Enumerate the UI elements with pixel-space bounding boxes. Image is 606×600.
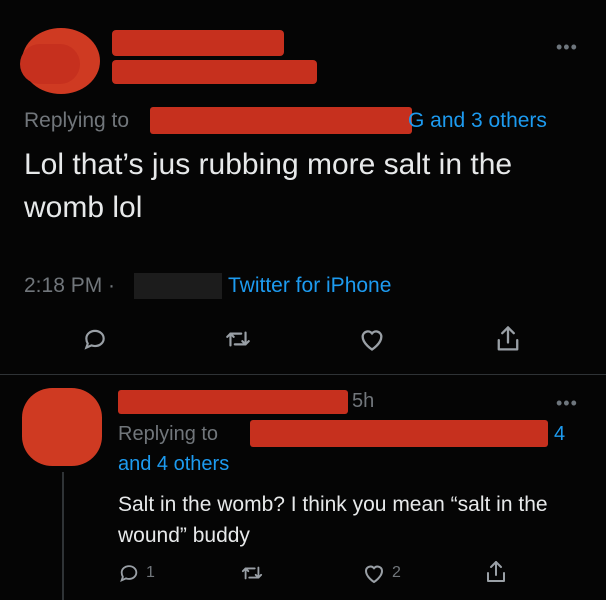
- redacted-date: [134, 273, 222, 299]
- redacted-avatar-mark: [20, 44, 80, 84]
- replying-to-line: Replying to: [24, 109, 129, 133]
- redacted-display-name[interactable]: [112, 30, 284, 56]
- retweet-icon: [226, 331, 250, 347]
- tweet-client[interactable]: Twitter for iPhone: [228, 274, 391, 298]
- like-button[interactable]: [358, 326, 386, 352]
- reply-mention-suffix[interactable]: 4: [554, 423, 565, 446]
- share-icon: [497, 326, 519, 351]
- reply-text: Salt in the womb? I think you mean “salt…: [118, 493, 548, 547]
- reply-share-button[interactable]: [484, 559, 508, 585]
- retweet-button[interactable]: [224, 326, 252, 352]
- reply-avatar[interactable]: [22, 388, 102, 466]
- replying-to-label: Replying to: [24, 109, 130, 132]
- reply-redacted-mention[interactable]: [250, 420, 548, 447]
- tweet-text: Lol that’s jus rubbing more salt in the …: [24, 148, 513, 224]
- reply-more-icon[interactable]: •••: [556, 394, 578, 412]
- reply-time: 5h: [352, 390, 375, 412]
- mention-others[interactable]: G and 3 others: [408, 109, 547, 133]
- tweet-timestamp: 2:18 PM ·: [24, 274, 116, 297]
- reply-count: 1: [146, 564, 155, 581]
- reply-like-button[interactable]: 2: [362, 562, 401, 584]
- reply-reply-button[interactable]: 1: [118, 562, 155, 584]
- more-icon[interactable]: •••: [556, 38, 578, 56]
- redacted-handle[interactable]: [112, 60, 317, 84]
- reply-button[interactable]: [82, 326, 108, 352]
- reply-icon: [120, 565, 138, 583]
- share-button[interactable]: [494, 324, 522, 354]
- redacted-mention[interactable]: [150, 107, 412, 134]
- reply-replying-to-label: Replying to: [118, 423, 219, 445]
- thread-line: [62, 472, 64, 600]
- like-icon: [364, 565, 384, 584]
- reply-retweet-button[interactable]: [240, 562, 264, 584]
- tweet-divider: [0, 374, 606, 375]
- like-icon: [361, 330, 383, 351]
- reply-redacted-name[interactable]: [118, 390, 348, 414]
- reply-others[interactable]: and 4 others: [118, 453, 229, 476]
- retweet-icon: [241, 566, 263, 580]
- reply-icon: [84, 329, 105, 350]
- share-icon: [487, 561, 505, 582]
- like-count: 2: [392, 564, 401, 581]
